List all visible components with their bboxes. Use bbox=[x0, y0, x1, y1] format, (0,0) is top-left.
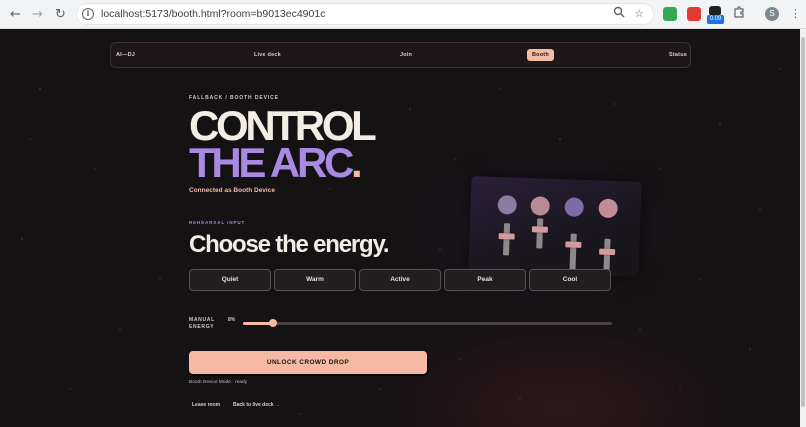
mixer-fader-stem bbox=[569, 233, 577, 270]
address-bar[interactable]: i localhost:5173/booth.html?room=b9013ec… bbox=[76, 3, 654, 25]
energy-cool-button[interactable]: Cool bbox=[529, 269, 611, 291]
mixer-fader bbox=[498, 233, 515, 240]
address-bar-url[interactable]: localhost:5173/booth.html?room=b9013ec49… bbox=[101, 8, 325, 20]
reload-icon[interactable]: ↻ bbox=[51, 5, 70, 24]
nav-status[interactable]: Status bbox=[669, 43, 687, 67]
brand-logo[interactable]: AI—DJ bbox=[116, 43, 135, 67]
mixer-knob bbox=[564, 197, 585, 217]
nav-join[interactable]: Join bbox=[400, 43, 412, 67]
mixer-fader-stem bbox=[536, 218, 544, 249]
mixer-knob bbox=[530, 196, 551, 216]
manual-energy-value: 8% bbox=[228, 317, 236, 323]
nav-live-deck[interactable]: Live deck bbox=[254, 43, 281, 67]
energy-peak-button[interactable]: Peak bbox=[444, 269, 526, 291]
magnifier-icon[interactable] bbox=[611, 6, 627, 22]
top-navigation: AI—DJ Live deck Join Booth Status bbox=[110, 42, 691, 68]
star-icon[interactable]: ☆ bbox=[631, 6, 647, 22]
energy-heading: Choose the energy. bbox=[189, 231, 390, 258]
hero-title-line-2: THE ARC. bbox=[189, 139, 363, 186]
section-label: REHEARSAL INPUT bbox=[189, 220, 246, 225]
manual-energy-slider-track[interactable] bbox=[243, 322, 612, 325]
hero-title-line-2-text: THE ARC bbox=[189, 139, 354, 186]
extension-badge: 0.09 bbox=[707, 15, 724, 24]
scrollbar-thumb[interactable] bbox=[801, 37, 805, 407]
page-body: AI—DJ Live deck Join Booth Status FALLBA… bbox=[0, 29, 800, 427]
mixer-knob bbox=[497, 194, 518, 215]
back-to-live-deck-link[interactable]: Back to live deck → bbox=[233, 402, 280, 408]
browser-toolbar: ← → ↻ i localhost:5173/booth.html?room=b… bbox=[0, 0, 806, 29]
energy-warm-button[interactable]: Warm bbox=[274, 269, 356, 291]
energy-quiet-button[interactable]: Quiet bbox=[189, 269, 271, 291]
eyebrow-label: FALLBACK / BOOTH DEVICE bbox=[189, 95, 279, 101]
profile-avatar[interactable]: S bbox=[765, 7, 779, 21]
device-mode-status: Booth Device Mode · ready bbox=[189, 380, 248, 385]
puzzle-icon[interactable] bbox=[732, 6, 746, 22]
manual-energy-label: MANUAL ENERGY bbox=[189, 317, 215, 330]
mixer-knob bbox=[598, 198, 618, 219]
hero-title-dot: . bbox=[351, 139, 363, 186]
manual-energy-slider-thumb[interactable] bbox=[268, 319, 277, 327]
kebab-icon[interactable]: ⋮ bbox=[790, 6, 801, 22]
extension-green-icon[interactable] bbox=[663, 7, 677, 21]
energy-active-button[interactable]: Active bbox=[359, 269, 441, 291]
mixer-fader bbox=[599, 248, 616, 256]
mixer-fader bbox=[565, 241, 582, 248]
info-icon[interactable]: i bbox=[82, 8, 94, 20]
nav-booth[interactable]: Booth bbox=[527, 49, 554, 61]
extension-red-icon[interactable] bbox=[687, 7, 701, 21]
mixer-fader-stem bbox=[603, 238, 611, 273]
page-scrollbar[interactable] bbox=[800, 29, 806, 427]
forward-arrow-icon[interactable]: → bbox=[28, 5, 47, 24]
leave-room-link[interactable]: Leave room bbox=[192, 402, 220, 408]
unlock-crowd-drop-button[interactable]: UNLOCK CROWD DROP bbox=[189, 351, 427, 374]
mixer-illustration bbox=[468, 176, 642, 277]
connection-status: Connected as Booth Device bbox=[189, 187, 275, 194]
mixer-fader bbox=[531, 226, 548, 233]
back-arrow-icon[interactable]: ← bbox=[6, 5, 25, 24]
